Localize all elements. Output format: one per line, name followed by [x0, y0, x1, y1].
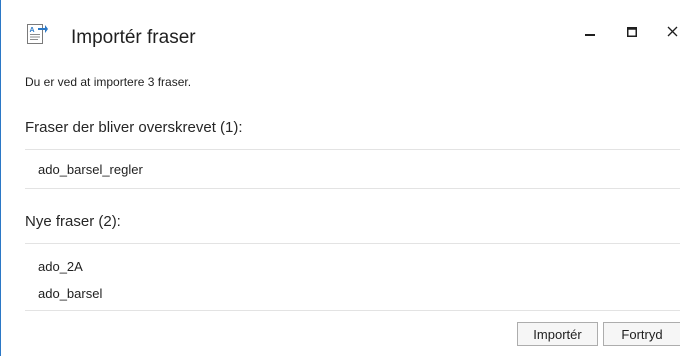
title-bar[interactable]: A Importér fraser — [1, 0, 680, 56]
cancel-button[interactable]: Fortryd — [603, 322, 680, 346]
document-import-icon: A — [25, 22, 49, 46]
minimize-button[interactable] — [576, 19, 604, 47]
window-title: Importér fraser — [71, 27, 196, 48]
close-button[interactable] — [658, 19, 680, 47]
import-button[interactable]: Importér — [517, 322, 598, 346]
divider — [25, 310, 680, 311]
divider — [25, 149, 680, 150]
import-phrases-window: A Importér fraser Du er ved at importere… — [0, 0, 680, 356]
divider — [25, 243, 680, 244]
overwritten-list-item: ado_barsel_regler — [38, 162, 143, 177]
intro-text: Du er ved at importere 3 fraser. — [25, 75, 192, 89]
close-icon — [667, 24, 678, 42]
overwritten-section-title: Fraser der bliver overskrevet (1): — [25, 119, 243, 136]
divider — [25, 188, 680, 189]
maximize-button[interactable] — [618, 19, 646, 47]
svg-text:A: A — [30, 27, 35, 34]
minimize-icon — [585, 24, 595, 42]
new-list-item: ado_barsel — [38, 286, 103, 301]
new-section-title: Nye fraser (2): — [25, 213, 121, 230]
maximize-icon — [627, 24, 637, 42]
new-list-item: ado_2A — [38, 259, 83, 274]
